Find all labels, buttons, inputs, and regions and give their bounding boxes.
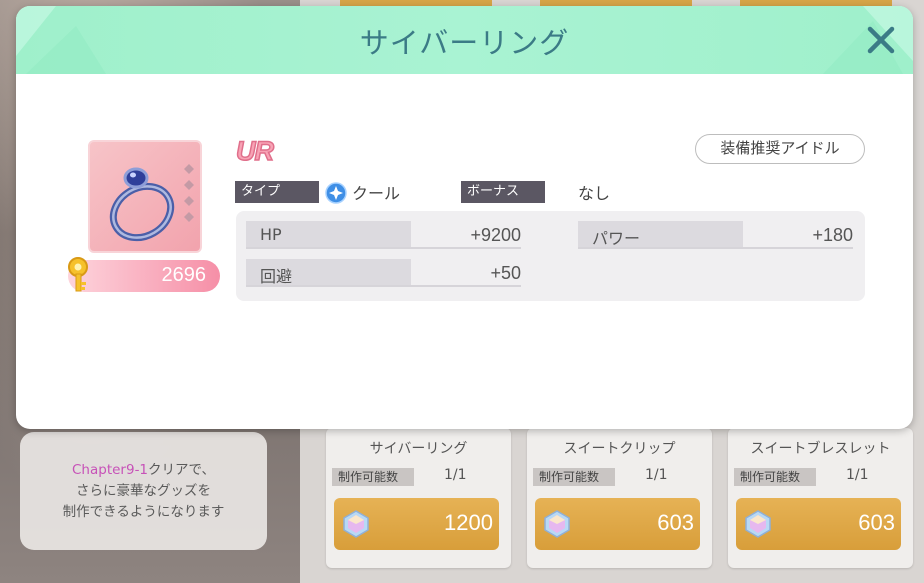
grade-dots bbox=[184, 164, 194, 222]
gem-icon bbox=[544, 510, 570, 538]
modal-header: サイバーリング bbox=[16, 6, 913, 74]
gem-icon bbox=[745, 510, 771, 538]
item-detail-modal: サイバーリング 2696 UR 装備推奨アイドル タイプ クール ボーナス なし… bbox=[16, 6, 913, 429]
craft-count-label: 制作可能数 bbox=[734, 468, 816, 486]
craft-item-name: サイバーリング bbox=[369, 441, 468, 457]
stat-value: +50 bbox=[490, 263, 521, 283]
craft-count-value: 1/1 bbox=[444, 467, 467, 483]
craft-count-label: 制作可能数 bbox=[332, 468, 414, 486]
unlock-hint: Chapter9-1クリアで、 さらに豪華なグッズを 制作できるようになります bbox=[20, 432, 267, 550]
key-icon bbox=[68, 257, 88, 292]
stat-label: HP bbox=[260, 225, 282, 244]
craft-count-label: 制作可能数 bbox=[533, 468, 615, 486]
hint-line-3: 制作できるようになります bbox=[62, 503, 225, 520]
bonus-value: なし bbox=[578, 184, 611, 203]
type-value: クール bbox=[352, 184, 401, 203]
stat-label: 回避 bbox=[260, 267, 293, 286]
craft-item-card[interactable]: スイートクリップ 制作可能数 1/1 603 bbox=[527, 428, 712, 568]
cool-type-icon bbox=[325, 182, 347, 204]
stat-value: +180 bbox=[812, 225, 853, 245]
craft-item-name: スイートクリップ bbox=[563, 441, 676, 457]
rarity-badge: UR bbox=[235, 135, 275, 167]
craft-button[interactable]: 1200 bbox=[334, 498, 499, 550]
craft-cost: 603 bbox=[657, 510, 694, 535]
modal-body: 2696 UR 装備推奨アイドル タイプ クール ボーナス なし HP +920… bbox=[16, 74, 913, 429]
item-thumbnail bbox=[88, 140, 202, 253]
type-tag: タイプ bbox=[235, 181, 319, 203]
stat-value: +9200 bbox=[470, 225, 521, 245]
bonus-tag: ボーナス bbox=[461, 181, 545, 203]
craft-item-name: スイートブレスレット bbox=[750, 441, 891, 457]
stat-hp: HP +9200 bbox=[246, 221, 521, 249]
hint-line-1-text: クリアで、 bbox=[148, 461, 215, 478]
chapter-highlight: Chapter9-1 bbox=[72, 461, 149, 478]
owned-quantity: 2696 bbox=[68, 257, 220, 292]
stat-evasion: 回避 +50 bbox=[246, 259, 521, 287]
craft-item-card[interactable]: サイバーリング 制作可能数 1/1 1200 bbox=[326, 428, 511, 568]
recommended-idol-button[interactable]: 装備推奨アイドル bbox=[695, 134, 865, 164]
craft-button[interactable]: 603 bbox=[535, 498, 700, 550]
quantity-value: 2696 bbox=[161, 264, 207, 286]
hint-line-1: Chapter9-1クリアで、 bbox=[72, 460, 215, 481]
modal-title: サイバーリング bbox=[359, 26, 570, 60]
stats-panel: HP +9200 パワー +180 回避 +50 bbox=[236, 211, 865, 301]
craft-count-value: 1/1 bbox=[645, 467, 668, 483]
stat-power: パワー +180 bbox=[578, 221, 853, 249]
craft-count-value: 1/1 bbox=[846, 467, 869, 483]
craft-button[interactable]: 603 bbox=[736, 498, 901, 550]
gem-icon bbox=[343, 510, 369, 538]
craft-item-card[interactable]: スイートブレスレット 制作可能数 1/1 603 bbox=[728, 428, 913, 568]
craft-cost: 1200 bbox=[444, 510, 493, 535]
close-icon[interactable] bbox=[865, 24, 897, 56]
hint-line-2: さらに豪華なグッズを bbox=[76, 482, 211, 499]
stat-label: パワー bbox=[592, 229, 641, 248]
craft-cost: 603 bbox=[858, 510, 895, 535]
